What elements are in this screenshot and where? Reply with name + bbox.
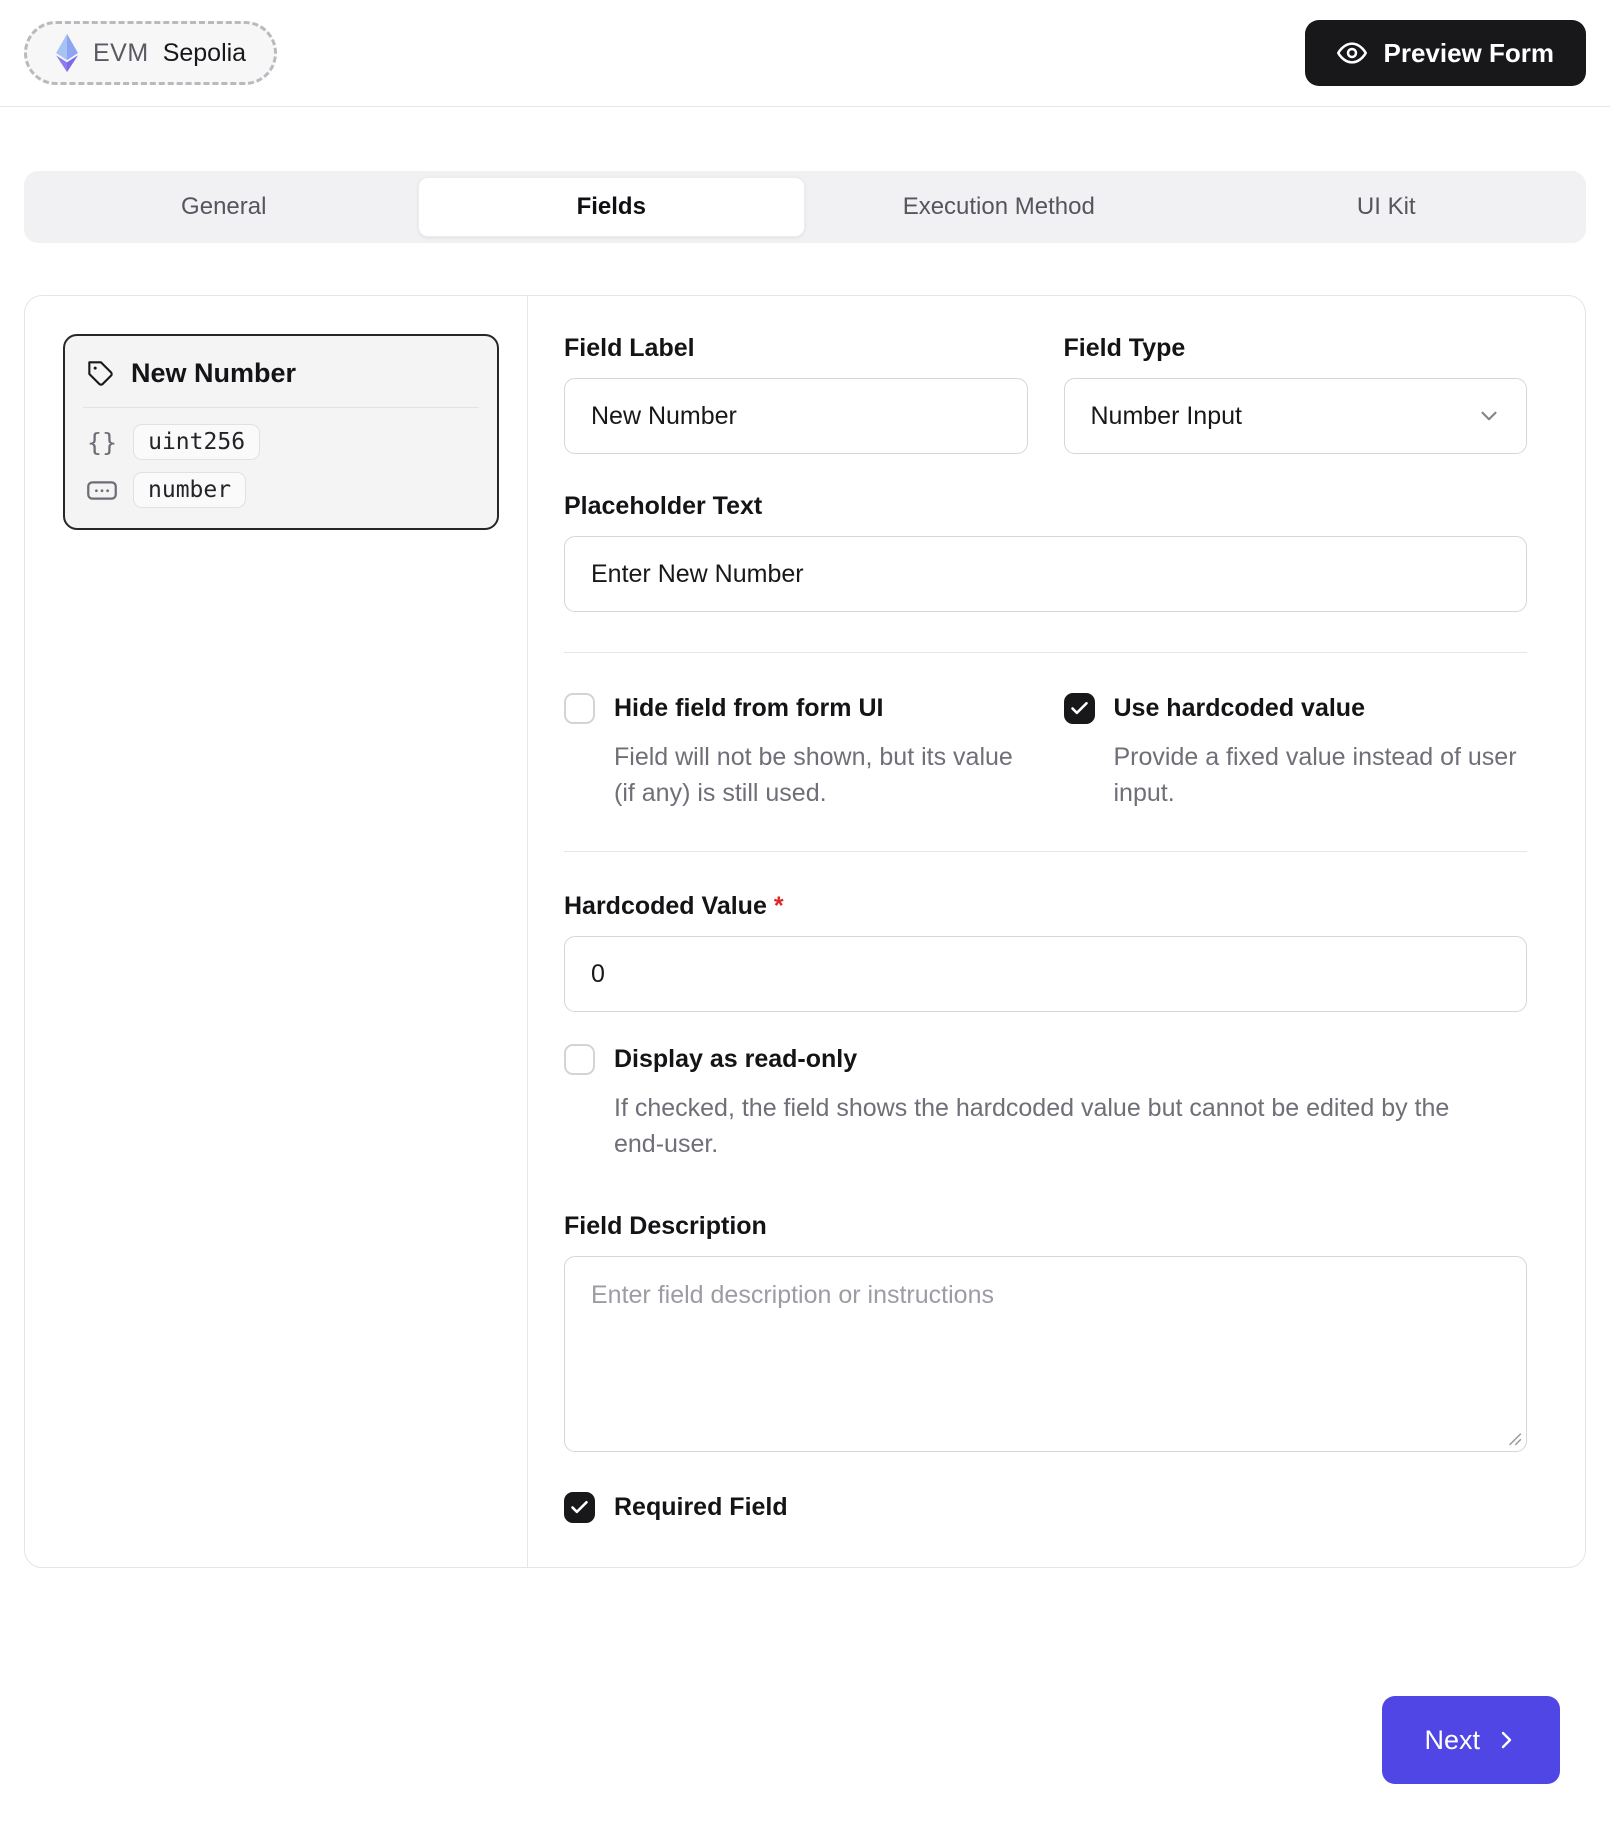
hardcoded-value-label: Hardcoded Value * <box>564 892 1527 921</box>
braces-icon: {} <box>87 428 117 457</box>
hide-field-description: Field will not be shown, but its value (… <box>614 740 1028 811</box>
solidity-type-row: {} uint256 <box>87 424 475 460</box>
preview-form-label: Preview Form <box>1383 38 1554 69</box>
placeholder-text-group: Placeholder Text <box>564 492 1527 612</box>
read-only-label[interactable]: Display as read-only <box>614 1045 857 1074</box>
required-asterisk: * <box>774 892 784 920</box>
fields-editor-card: New Number {} uint256 <box>24 295 1586 1568</box>
network-badge[interactable]: EVM Sepolia <box>24 21 277 85</box>
eye-icon <box>1337 38 1367 68</box>
placeholder-text-label: Placeholder Text <box>564 492 1527 521</box>
input-kind-badge: number <box>133 472 246 508</box>
section-divider <box>564 652 1527 653</box>
tab-bar: General Fields Execution Method UI Kit <box>24 171 1586 243</box>
tab-fields[interactable]: Fields <box>418 177 806 237</box>
hardcoded-value-input[interactable] <box>564 936 1527 1012</box>
tab-general[interactable]: General <box>30 177 418 237</box>
read-only-description: If checked, the field shows the hardcode… <box>614 1091 1474 1162</box>
field-description-group: Field Description <box>564 1212 1527 1452</box>
required-field-checkbox[interactable] <box>564 1492 595 1523</box>
field-settings-panel: Field Label Field Type Number Input Plac… <box>528 296 1585 1567</box>
tag-icon <box>87 360 115 388</box>
placeholder-text-input[interactable] <box>564 536 1527 612</box>
solidity-type-badge: uint256 <box>133 424 260 460</box>
chain-label: EVM <box>93 39 149 68</box>
use-hardcoded-description: Provide a fixed value instead of user in… <box>1114 740 1528 811</box>
preview-form-button[interactable]: Preview Form <box>1305 20 1586 86</box>
field-card-header: New Number <box>65 336 497 407</box>
read-only-checkbox[interactable] <box>564 1044 595 1075</box>
section-divider-2 <box>564 851 1527 852</box>
next-button-label: Next <box>1424 1725 1480 1756</box>
hardcoded-value-label-text: Hardcoded Value <box>564 892 767 920</box>
field-type-group: Field Type Number Input <box>1064 334 1528 454</box>
field-type-value: Number Input <box>1091 402 1242 431</box>
required-field-label[interactable]: Required Field <box>614 1493 788 1522</box>
hardcoded-value-group: Hardcoded Value * <box>564 892 1527 1012</box>
hide-field-group: Hide field from form UI Field will not b… <box>564 693 1028 811</box>
field-type-select[interactable]: Number Input <box>1064 378 1528 454</box>
ethereum-icon <box>55 34 79 72</box>
top-bar: EVM Sepolia Preview Form <box>0 0 1610 106</box>
tab-ui-kit[interactable]: UI Kit <box>1193 177 1581 237</box>
use-hardcoded-group: Use hardcoded value Provide a fixed valu… <box>1064 693 1528 811</box>
hide-field-label[interactable]: Hide field from form UI <box>614 694 883 723</box>
use-hardcoded-checkbox[interactable] <box>1064 693 1095 724</box>
chevron-right-icon <box>1494 1728 1518 1752</box>
chevron-down-icon <box>1476 403 1502 429</box>
header-divider <box>0 106 1610 107</box>
read-only-group: Display as read-only If checked, the fie… <box>564 1044 1527 1162</box>
field-description-label: Field Description <box>564 1212 1527 1241</box>
next-button[interactable]: Next <box>1382 1696 1560 1784</box>
field-label-input[interactable] <box>564 378 1028 454</box>
network-label: Sepolia <box>163 39 246 68</box>
hide-field-checkbox[interactable] <box>564 693 595 724</box>
field-label-group: Field Label <box>564 334 1028 454</box>
required-field-group: Required Field <box>564 1492 1527 1523</box>
field-card-title: New Number <box>131 358 296 389</box>
input-kind-row: number <box>87 472 475 508</box>
field-type-label: Field Type <box>1064 334 1528 363</box>
footer: Next <box>0 1568 1610 1784</box>
field-card-new-number[interactable]: New Number {} uint256 <box>63 334 499 530</box>
field-list-panel: New Number {} uint256 <box>25 296 528 1567</box>
field-card-meta: {} uint256 number <box>65 408 497 528</box>
input-field-icon <box>87 480 117 501</box>
field-label-label: Field Label <box>564 334 1028 363</box>
field-description-textarea[interactable] <box>564 1256 1527 1452</box>
resize-handle[interactable] <box>1504 1428 1522 1446</box>
tab-execution-method[interactable]: Execution Method <box>805 177 1193 237</box>
use-hardcoded-label[interactable]: Use hardcoded value <box>1114 694 1365 723</box>
